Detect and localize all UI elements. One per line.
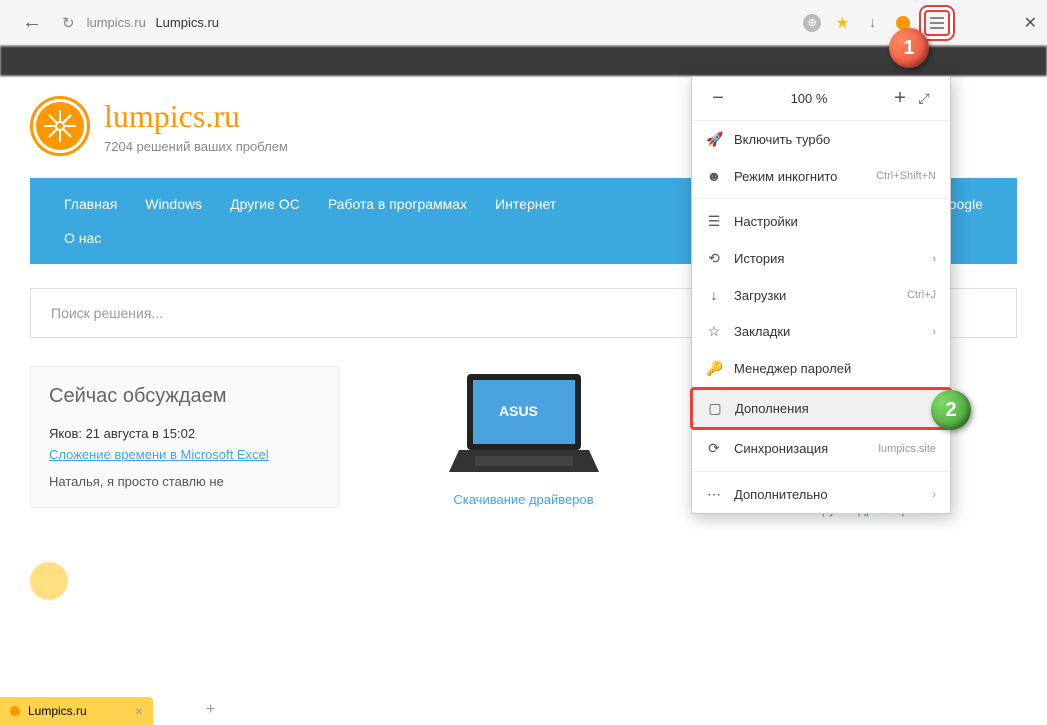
protect-icon[interactable]: ⊕ — [803, 14, 821, 32]
laptop-link[interactable]: Скачивание драйверов — [369, 492, 678, 507]
laptop-image: ASUS — [439, 366, 609, 486]
menu-bookmarks[interactable]: ☆Закладки› — [692, 313, 950, 350]
zoom-value: 100 % — [730, 91, 888, 106]
menu-separator — [692, 198, 950, 199]
bookmark-star-icon[interactable]: ★ — [835, 13, 849, 33]
menu-settings[interactable]: ☰Настройки — [692, 203, 950, 240]
site-tagline: 7204 решений ваших проблем — [104, 139, 288, 154]
url-domain: lumpics.ru — [87, 15, 146, 30]
history-icon: ⟲ — [706, 250, 722, 267]
svg-text:ASUS: ASUS — [499, 403, 538, 419]
zoom-in-button[interactable]: + — [888, 87, 912, 110]
more-icon: ⋯ — [706, 486, 722, 503]
menu-incognito[interactable]: ☻Режим инкогнитоCtrl+Shift+N — [692, 158, 950, 194]
nav-programs[interactable]: Работа в программах — [314, 178, 481, 230]
taskbar-tab[interactable]: Lumpics.ru × — [0, 697, 153, 725]
back-button[interactable]: ← — [10, 11, 54, 34]
reload-button[interactable]: ↻ — [54, 14, 83, 32]
fullscreen-icon[interactable]: ⤢ — [912, 90, 936, 107]
window-close-button[interactable]: ✕ — [1024, 13, 1037, 33]
menu-separator — [692, 471, 950, 472]
annotation-badge-1: 1 — [889, 28, 929, 68]
browser-main-menu: − 100 % + ⤢ 🚀Включить турбо ☻Режим инког… — [691, 76, 951, 514]
nav-internet[interactable]: Интернет — [481, 178, 570, 230]
annotation-badge-2: 2 — [931, 390, 971, 430]
menu-history[interactable]: ⟲История› — [692, 240, 950, 277]
nav-windows[interactable]: Windows — [131, 178, 216, 230]
chevron-right-icon: › — [932, 253, 936, 265]
tab-close-icon[interactable]: × — [135, 703, 143, 719]
menu-downloads[interactable]: ↓ЗагрузкиCtrl+J — [692, 277, 950, 313]
rocket-icon: 🚀 — [706, 131, 722, 148]
menu-more[interactable]: ⋯Дополнительно› — [692, 476, 950, 513]
chevron-right-icon: › — [932, 489, 936, 501]
incognito-icon: ☻ — [706, 168, 722, 184]
site-title[interactable]: lumpics.ru — [104, 98, 288, 135]
url-title: Lumpics.ru — [155, 15, 219, 30]
tab-favicon — [10, 706, 20, 716]
discussion-card: Сейчас обсуждаем Яков: 21 августа в 15:0… — [30, 366, 339, 508]
discussion-title: Сейчас обсуждаем — [49, 385, 320, 408]
download-icon: ↓ — [706, 287, 722, 303]
tab-label: Lumpics.ru — [28, 704, 87, 718]
site-logo[interactable] — [30, 96, 90, 156]
menu-addons[interactable]: ▢Дополнения — [690, 387, 952, 430]
zoom-out-button[interactable]: − — [706, 87, 730, 110]
nav-home[interactable]: Главная — [50, 178, 131, 230]
key-icon: 🔑 — [706, 360, 722, 377]
laptop-card[interactable]: ASUS Скачивание драйверов — [369, 366, 678, 517]
comment-author: Яков: 21 августа в 15:02 — [49, 426, 320, 441]
floating-help-button[interactable] — [30, 562, 68, 600]
address-bar[interactable]: lumpics.ru Lumpics.ru — [87, 15, 219, 30]
star-icon: ☆ — [706, 323, 722, 340]
main-menu-button[interactable] — [924, 10, 950, 36]
chevron-right-icon: › — [932, 326, 936, 338]
downloads-icon[interactable]: ↓ — [864, 14, 882, 32]
sync-icon: ⟳ — [706, 440, 722, 457]
comment-link[interactable]: Сложение времени в Microsoft Excel — [49, 447, 269, 462]
nav-other-os[interactable]: Другие ОС — [216, 178, 314, 230]
addon-icon: ▢ — [707, 400, 723, 417]
menu-passwords[interactable]: 🔑Менеджер паролей — [692, 350, 950, 387]
comment-reply: Наталья, я просто ставлю не — [49, 474, 320, 489]
zoom-controls: − 100 % + ⤢ — [692, 77, 950, 121]
settings-icon: ☰ — [706, 213, 722, 230]
menu-turbo[interactable]: 🚀Включить турбо — [692, 121, 950, 158]
menu-sync[interactable]: ⟳Синхронизацияlumpics.site — [692, 430, 950, 467]
new-tab-button[interactable]: + — [206, 701, 215, 719]
